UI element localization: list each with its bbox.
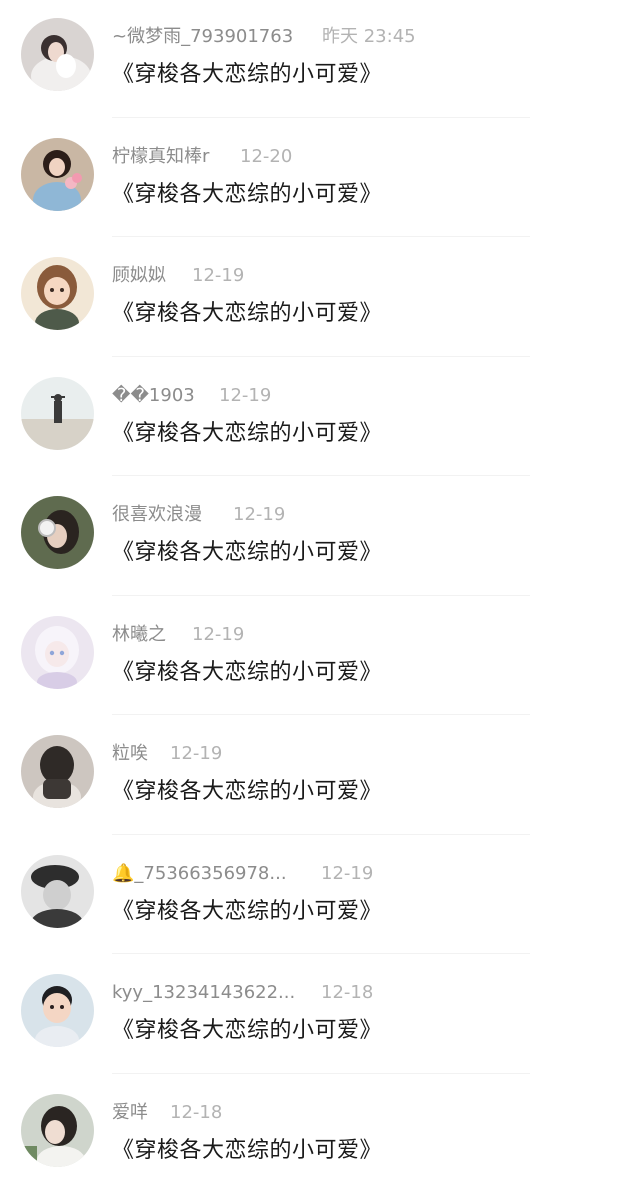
comment-row: kyy_13234143622... 12-18 《穿梭各大恋综的小可爱》 [0, 956, 640, 1076]
comment-row: 爱咩 12-18 《穿梭各大恋综的小可爱》 [0, 1076, 640, 1196]
comment-row: 很喜欢浪漫 12-19 《穿梭各大恋综的小可爱》 [0, 478, 640, 598]
comment-text: 《穿梭各大恋综的小可爱》 [112, 1137, 383, 1163]
divider [112, 594, 530, 596]
username[interactable]: kyy_13234143622... [112, 980, 321, 1006]
username[interactable]: 柠檬真知棒r [112, 144, 240, 170]
timestamp: 12-19 [192, 265, 245, 286]
comment-row: ~微梦雨_793901763 昨天 23:45 《穿梭各大恋综的小可爱》 [0, 0, 640, 120]
timestamp: 12-19 [170, 743, 223, 764]
username[interactable]: 🔔_75366356978... [112, 861, 321, 887]
avatar[interactable] [21, 496, 94, 569]
timestamp: 12-19 [192, 623, 245, 645]
divider [112, 714, 530, 715]
comment-row: 🔔_75366356978... 12-19 《穿梭各大恋综的小可爱》 [0, 837, 640, 957]
comment-text: 《穿梭各大恋综的小可爱》 [112, 898, 383, 924]
comment-list: ~微梦雨_793901763 昨天 23:45 《穿梭各大恋综的小可爱》 柠檬真知… [0, 0, 640, 1196]
divider [112, 355, 530, 357]
avatar[interactable] [21, 257, 94, 330]
comment-meta: ��1903 12-19 [112, 383, 271, 409]
username[interactable]: 爱咩 [112, 1100, 170, 1126]
comment-row: ��1903 12-19 《穿梭各大恋综的小可爱》 [0, 359, 640, 479]
comment-meta: 粒唉 12-19 [112, 741, 222, 767]
comment-text: 《穿梭各大恋综的小可爱》 [112, 540, 383, 565]
timestamp: 12-20 [240, 145, 293, 167]
comment-row: 粒唉 12-19 《穿梭各大恋综的小可爱》 [0, 717, 640, 837]
avatar[interactable] [21, 615, 94, 689]
avatar[interactable] [21, 854, 94, 928]
comment-meta: 爱咩 12-18 [112, 1100, 222, 1126]
avatar[interactable] [21, 376, 94, 450]
comment-row: 顾姒姒 12-19 《穿梭各大恋综的小可爱》 [0, 239, 640, 359]
divider [112, 475, 530, 476]
comment-meta: ~微梦雨_793901763 昨天 23:45 [112, 24, 416, 50]
divider [112, 236, 530, 237]
comment-meta: 柠檬真知棒r 12-20 [112, 144, 292, 170]
comment-text: 《穿梭各大恋综的小可爱》 [112, 1018, 383, 1043]
comment-row: 柠檬真知棒r 12-20 《穿梭各大恋综的小可爱》 [0, 120, 640, 240]
username[interactable]: ��1903 [112, 383, 219, 409]
comment-row: 林曦之 12-19 《穿梭各大恋综的小可爱》 [0, 598, 640, 718]
username[interactable]: 很喜欢浪漫 [112, 502, 233, 528]
username[interactable]: 粒唉 [112, 741, 170, 767]
username[interactable]: 顾姒姒 [112, 263, 192, 289]
timestamp: 12-19 [219, 384, 272, 406]
username[interactable]: ~微梦雨_793901763 [112, 24, 322, 50]
comment-meta: kyy_13234143622... 12-18 [112, 980, 373, 1006]
comment-text: 《穿梭各大恋综的小可爱》 [112, 301, 383, 326]
comment-meta: 林曦之 12-19 [112, 622, 244, 648]
comment-meta: 很喜欢浪漫 12-19 [112, 502, 285, 528]
avatar[interactable] [21, 1093, 94, 1167]
comment-text: 《穿梭各大恋综的小可爱》 [112, 181, 383, 207]
avatar[interactable] [21, 974, 94, 1047]
timestamp: 12-18 [321, 982, 374, 1003]
avatar[interactable] [21, 735, 94, 808]
comment-text: 《穿梭各大恋综的小可爱》 [112, 420, 383, 446]
timestamp: 昨天 23:45 [322, 26, 416, 47]
divider [112, 833, 530, 835]
avatar[interactable] [21, 18, 94, 91]
comment-text: 《穿梭各大恋综的小可爱》 [112, 779, 383, 804]
divider [112, 116, 530, 118]
timestamp: 12-19 [321, 862, 374, 884]
divider [112, 1072, 530, 1074]
comment-text: 《穿梭各大恋综的小可爱》 [112, 659, 383, 685]
timestamp: 12-19 [233, 504, 286, 525]
avatar[interactable] [21, 137, 94, 211]
username[interactable]: 林曦之 [112, 622, 192, 648]
comment-meta: 🔔_75366356978... 12-19 [112, 861, 373, 887]
divider [112, 953, 530, 954]
comment-meta: 顾姒姒 12-19 [112, 263, 244, 289]
comment-text: 《穿梭各大恋综的小可爱》 [112, 62, 383, 87]
timestamp: 12-18 [170, 1101, 223, 1123]
